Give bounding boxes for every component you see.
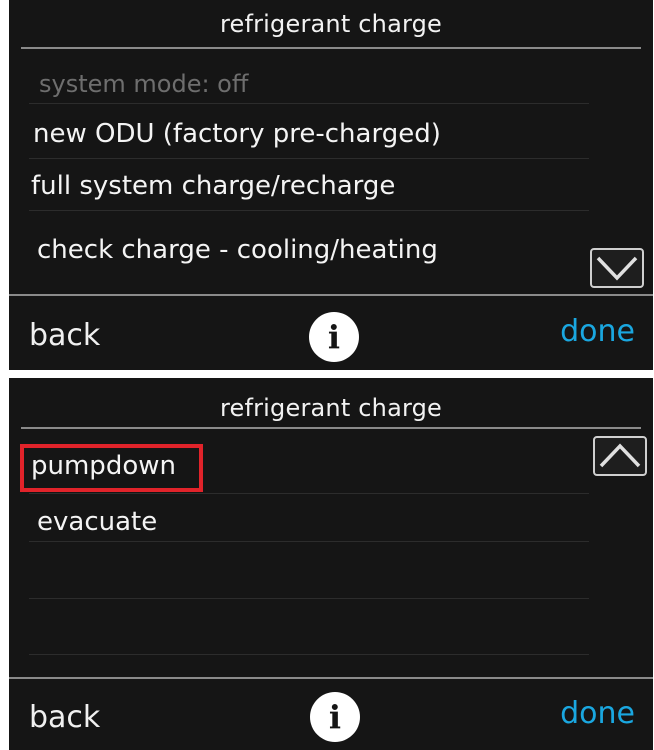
menu-item-new-odu[interactable]: new ODU (factory pre-charged) — [33, 108, 441, 160]
info-icon[interactable]: i — [310, 692, 360, 742]
row-divider — [29, 541, 589, 542]
thermostat-screen-bottom: refrigerant charge pumpdown evacuate bac… — [9, 378, 653, 750]
row-divider — [29, 493, 589, 494]
row-divider — [29, 210, 589, 211]
row-divider — [29, 103, 589, 104]
thermostat-screen-top: refrigerant charge system mode: off new … — [9, 0, 653, 370]
scroll-up-button[interactable] — [593, 436, 647, 476]
scroll-down-button[interactable] — [590, 248, 644, 288]
row-divider — [29, 654, 589, 655]
info-icon[interactable]: i — [309, 312, 359, 362]
done-button[interactable]: done — [560, 314, 635, 349]
title-divider — [21, 47, 641, 49]
title-divider — [21, 427, 641, 429]
chevron-up-icon — [599, 443, 641, 468]
row-divider — [29, 598, 589, 599]
done-button[interactable]: done — [560, 696, 635, 731]
footer-divider — [9, 677, 653, 679]
page-title: refrigerant charge — [219, 10, 443, 38]
chevron-down-icon — [596, 256, 638, 281]
menu-item-pumpdown[interactable]: pumpdown — [31, 440, 176, 492]
menu-item-check-charge[interactable]: check charge - cooling/heating — [37, 224, 438, 276]
back-button[interactable]: back — [29, 318, 100, 353]
row-divider — [29, 158, 589, 159]
back-button[interactable]: back — [29, 700, 100, 735]
page-title: refrigerant charge — [219, 394, 443, 422]
footer-divider — [9, 294, 653, 296]
menu-item-full-system-charge[interactable]: full system charge/recharge — [31, 160, 395, 212]
